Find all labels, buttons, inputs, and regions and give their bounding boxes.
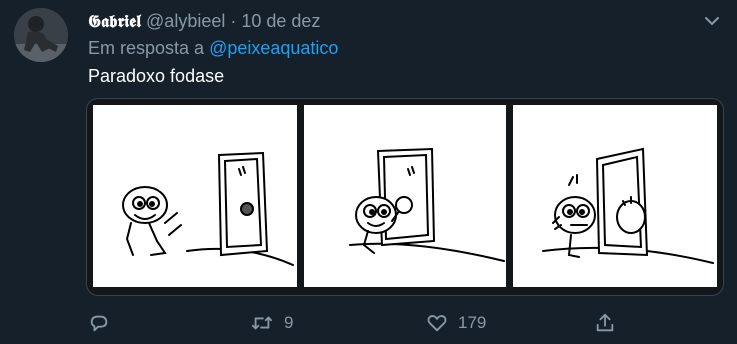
retweet-button[interactable]: 9 [250,312,293,334]
comic-panel-1[interactable] [93,105,297,287]
tweet-text: Paradoxo fodase [88,66,225,86]
share-icon [596,313,614,332]
author-name[interactable]: 𝕲𝖆𝖇𝖗𝖎𝖊𝖑 [88,12,141,32]
reply-mention-link[interactable]: @peixeaquatico [209,38,338,58]
heart-icon [427,315,447,332]
tweet-header: 𝕲𝖆𝖇𝖗𝖎𝖊𝖑 @alybieel · 10 de dez [88,10,320,33]
avatar[interactable] [14,8,68,62]
reply-icon [90,315,108,332]
separator-dot: · [230,11,237,31]
comic-panel-3[interactable] [513,105,717,287]
like-count: 179 [458,313,487,332]
comic-panel-2[interactable] [304,105,506,287]
reply-context: Em resposta a @peixeaquatico [88,38,338,59]
like-button[interactable]: 179 [426,312,486,334]
chevron-down-icon[interactable] [701,10,723,32]
retweet-count: 9 [284,313,294,332]
retweet-icon [251,316,273,330]
tweet-actions: 9 179 [0,312,737,340]
reply-button[interactable] [88,312,110,334]
tweet-date[interactable]: 10 de dez [241,11,320,31]
reply-prefix: Em resposta a [88,38,205,58]
share-button[interactable] [594,312,616,334]
tweet-media[interactable] [86,98,724,296]
author-handle[interactable]: @alybieel [146,11,225,31]
